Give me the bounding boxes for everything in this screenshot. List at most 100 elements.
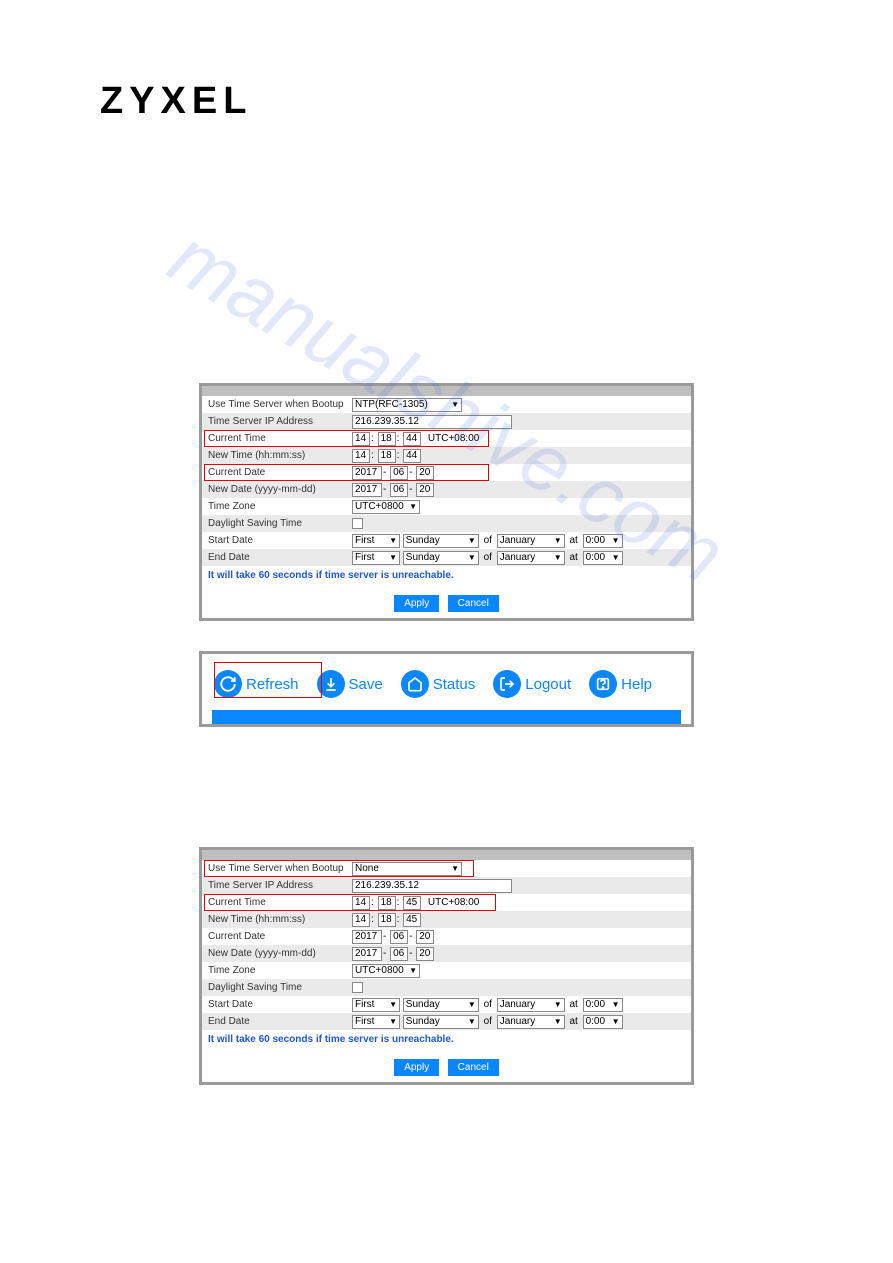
select-end-time[interactable]: 0:00 — [583, 551, 623, 565]
label-current-time: Current Time — [202, 430, 350, 447]
help-button[interactable]: Help — [589, 670, 652, 698]
status-icon — [401, 670, 429, 698]
select-end-time[interactable]: 0:00 — [583, 1015, 623, 1029]
select-time-zone[interactable]: UTC+0800 — [352, 500, 420, 514]
help-icon — [589, 670, 617, 698]
logout-label: Logout — [525, 676, 571, 693]
new-time-min[interactable]: 18 — [378, 913, 396, 927]
note-unreachable: It will take 60 seconds if time server i… — [202, 1030, 691, 1049]
current-date-day: 20 — [416, 466, 434, 480]
logout-button[interactable]: Logout — [493, 670, 571, 698]
current-date-month: 06 — [390, 466, 408, 480]
cancel-button[interactable]: Cancel — [448, 1059, 499, 1076]
button-row: Apply Cancel — [202, 1049, 691, 1082]
label-new-date: New Date (yyyy-mm-dd) — [202, 945, 350, 962]
row-start-date: Start Date First Sunday of January at 0:… — [202, 532, 691, 549]
new-date-month[interactable]: 06 — [390, 483, 408, 497]
new-date-month[interactable]: 06 — [390, 947, 408, 961]
select-start-dow[interactable]: Sunday — [403, 998, 479, 1012]
text-of: of — [482, 535, 494, 546]
row-start-date: Start Date First Sunday of January at 0:… — [202, 996, 691, 1013]
current-date-month: 06 — [390, 930, 408, 944]
row-time-server-ip: Time Server IP Address 216.239.35.12 — [202, 413, 691, 430]
label-end-date: End Date — [202, 549, 350, 566]
label-dst: Daylight Saving Time — [202, 515, 350, 532]
current-time-sec: 45 — [403, 896, 421, 910]
current-time-tz: UTC+08:00 — [424, 897, 479, 908]
new-date-day[interactable]: 20 — [416, 483, 434, 497]
new-time-hour[interactable]: 14 — [352, 913, 370, 927]
row-current-date: Current Date 2017- 06- 20 — [202, 464, 691, 481]
row-current-time: Current Time 14: 18: 44 UTC+08:00 — [202, 430, 691, 447]
text-at: at — [567, 1016, 579, 1027]
toolbar-panel: Refresh Save Status Logout — [199, 651, 694, 727]
apply-button[interactable]: Apply — [394, 1059, 439, 1076]
new-time-hour[interactable]: 14 — [352, 449, 370, 463]
select-start-dow[interactable]: Sunday — [403, 534, 479, 548]
settings-table: Use Time Server when Bootup NTP(RFC-1305… — [202, 396, 691, 566]
select-end-month[interactable]: January — [497, 1015, 565, 1029]
select-end-ordinal[interactable]: First — [352, 551, 400, 565]
new-time-sec[interactable]: 45 — [403, 913, 421, 927]
text-of: of — [482, 552, 494, 563]
settings-table: Use Time Server when Bootup None Time Se… — [202, 860, 691, 1030]
row-time-server-ip: Time Server IP Address 216.239.35.12 — [202, 877, 691, 894]
row-current-date: Current Date 2017- 06- 20 — [202, 928, 691, 945]
label-current-date: Current Date — [202, 928, 350, 945]
select-end-dow[interactable]: Sunday — [403, 551, 479, 565]
text-of: of — [482, 1016, 494, 1027]
select-end-month[interactable]: January — [497, 551, 565, 565]
select-start-time[interactable]: 0:00 — [583, 998, 623, 1012]
select-use-time-server[interactable]: None — [352, 862, 462, 876]
new-date-year[interactable]: 2017 — [352, 483, 382, 497]
time-settings-panel-1: Use Time Server when Bootup NTP(RFC-1305… — [199, 383, 694, 621]
select-start-ordinal[interactable]: First — [352, 534, 400, 548]
label-new-time: New Time (hh:mm:ss) — [202, 447, 350, 464]
select-end-dow[interactable]: Sunday — [403, 1015, 479, 1029]
new-time-sec[interactable]: 44 — [403, 449, 421, 463]
select-end-ordinal[interactable]: First — [352, 1015, 400, 1029]
select-start-time[interactable]: 0:00 — [583, 534, 623, 548]
time-settings-panel-2: Use Time Server when Bootup None Time Se… — [199, 847, 694, 1085]
select-start-ordinal[interactable]: First — [352, 998, 400, 1012]
input-time-server-ip[interactable]: 216.239.35.12 — [352, 415, 512, 429]
checkbox-dst[interactable] — [352, 982, 363, 993]
cancel-button[interactable]: Cancel — [448, 595, 499, 612]
checkbox-dst[interactable] — [352, 518, 363, 529]
button-row: Apply Cancel — [202, 585, 691, 618]
apply-button[interactable]: Apply — [394, 595, 439, 612]
row-dst: Daylight Saving Time — [202, 979, 691, 996]
row-end-date: End Date First Sunday of January at 0:00 — [202, 1013, 691, 1030]
row-current-time: Current Time 14: 18: 45 UTC+08:00 — [202, 894, 691, 911]
row-new-date: New Date (yyyy-mm-dd) 2017- 06- 20 — [202, 945, 691, 962]
highlight-refresh — [214, 662, 322, 698]
current-time-tz: UTC+08:00 — [424, 433, 479, 444]
select-time-zone[interactable]: UTC+0800 — [352, 964, 420, 978]
current-time-sec: 44 — [403, 432, 421, 446]
current-date-day: 20 — [416, 930, 434, 944]
label-use-time-server: Use Time Server when Bootup — [202, 860, 350, 877]
current-date-year: 2017 — [352, 930, 382, 944]
status-button[interactable]: Status — [401, 670, 476, 698]
row-time-zone: Time Zone UTC+0800 — [202, 962, 691, 979]
current-time-hour: 14 — [352, 432, 370, 446]
new-time-min[interactable]: 18 — [378, 449, 396, 463]
row-new-date: New Date (yyyy-mm-dd) 2017- 06- 20 — [202, 481, 691, 498]
panel-header-bar — [202, 386, 691, 396]
text-at: at — [567, 535, 579, 546]
select-start-month[interactable]: January — [497, 534, 565, 548]
new-date-year[interactable]: 2017 — [352, 947, 382, 961]
label-end-date: End Date — [202, 1013, 350, 1030]
label-dst: Daylight Saving Time — [202, 979, 350, 996]
panel-header-bar — [202, 850, 691, 860]
row-new-time: New Time (hh:mm:ss) 14: 18: 45 — [202, 911, 691, 928]
save-button[interactable]: Save — [317, 670, 383, 698]
input-time-server-ip[interactable]: 216.239.35.12 — [352, 879, 512, 893]
new-date-day[interactable]: 20 — [416, 947, 434, 961]
help-label: Help — [621, 676, 652, 693]
select-start-month[interactable]: January — [497, 998, 565, 1012]
current-time-min: 18 — [378, 896, 396, 910]
current-date-year: 2017 — [352, 466, 382, 480]
select-use-time-server[interactable]: NTP(RFC-1305) — [352, 398, 462, 412]
text-at: at — [567, 999, 579, 1010]
